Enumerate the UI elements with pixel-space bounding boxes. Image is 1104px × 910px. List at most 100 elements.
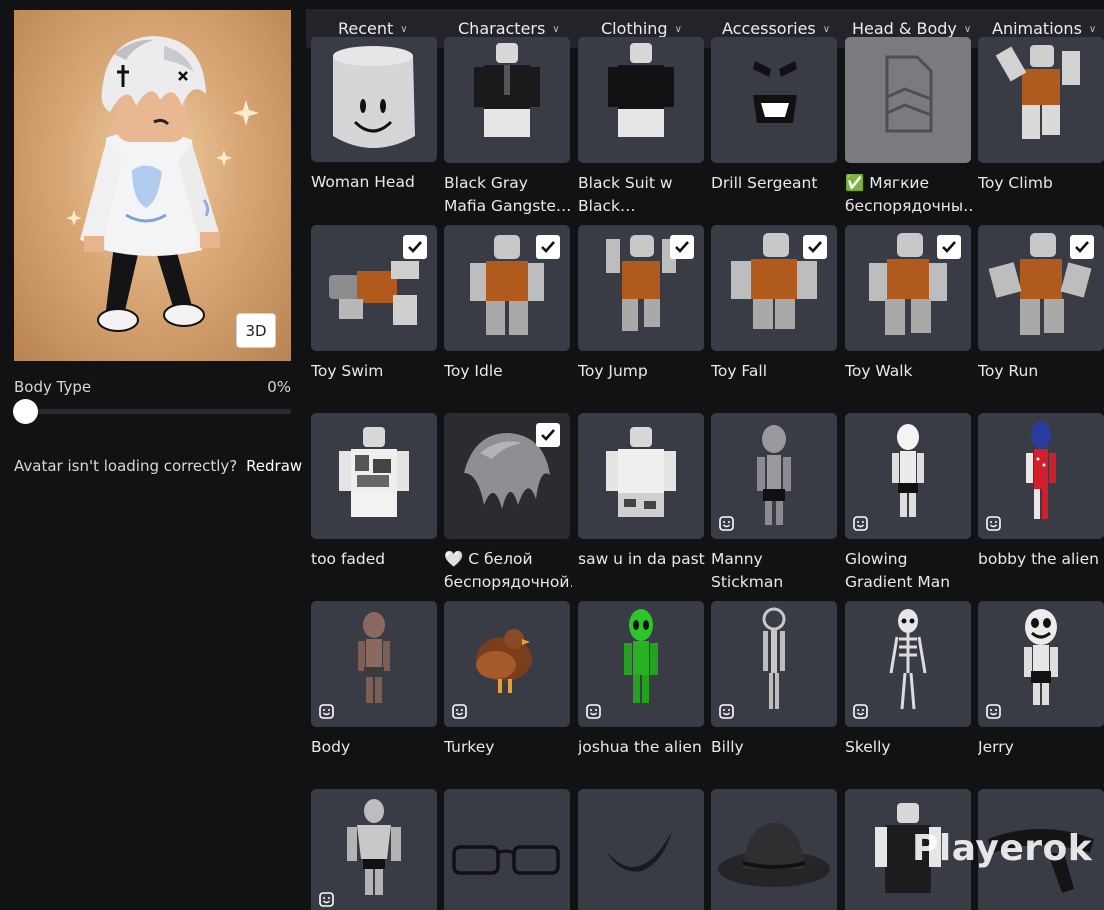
view-3d-button[interactable]: 3D: [236, 313, 276, 348]
checkmark-icon: [803, 235, 827, 259]
watermark: Playerok: [912, 828, 1093, 869]
chevron-down-icon: ∨: [674, 24, 682, 35]
suit-art: [608, 43, 674, 137]
emote-icon: [719, 516, 734, 531]
item-name: Woman Head: [311, 173, 415, 191]
item-thumbnail: [978, 413, 1104, 539]
emote-icon: [853, 704, 868, 719]
item-card[interactable]: joshua the alien: [578, 601, 704, 759]
item-card[interactable]: [444, 789, 570, 910]
checkmark-icon: [1070, 235, 1094, 259]
item-name: Toy Jump: [578, 362, 648, 380]
item-thumbnail: [845, 37, 971, 163]
item-card[interactable]: Billy: [711, 601, 837, 759]
item-name: Black Suit w Black Turtlenec…: [578, 174, 673, 215]
item-card[interactable]: Toy Jump: [578, 225, 704, 383]
emote-icon: [853, 516, 868, 531]
item-card[interactable]: Manny Stickman: [711, 413, 837, 594]
item-name: too faded: [311, 550, 386, 568]
item-thumbnail: [311, 789, 437, 910]
item-thumbnail: [978, 601, 1104, 727]
hat-art: [718, 823, 830, 887]
item-thumbnail: [444, 413, 570, 539]
avatar-figure: [66, 36, 259, 332]
item-card[interactable]: Drill Sergeant: [711, 37, 837, 195]
checkmark-icon: [536, 235, 560, 259]
item-card[interactable]: Toy Run: [978, 225, 1104, 383]
checkmark-icon: [403, 235, 427, 259]
redraw-link[interactable]: Redraw: [246, 457, 302, 475]
item-card[interactable]: [311, 789, 437, 910]
body-type-slider-thumb[interactable]: [13, 399, 38, 424]
item-name: Jerry: [978, 738, 1014, 756]
emote-icon: [586, 704, 601, 719]
chevron-down-icon: ∨: [822, 24, 831, 35]
item-card[interactable]: Black Gray Mafia Gangster Suit…: [444, 37, 570, 218]
image-placeholder-icon: [885, 55, 933, 133]
chevron-down-icon: ∨: [400, 24, 408, 35]
item-thumbnail: [444, 601, 570, 727]
body-type-value: 0%: [267, 378, 291, 396]
item-name: saw u in da past: [578, 550, 705, 568]
item-thumbnail: [578, 37, 704, 163]
item-thumbnail: [845, 413, 971, 539]
glasses-art: [452, 845, 560, 875]
item-card[interactable]: 🤍 С белой беспорядочной…: [444, 413, 572, 594]
item-card[interactable]: [711, 789, 837, 910]
checkmark-icon: [937, 235, 961, 259]
item-card[interactable]: Turkey: [444, 601, 570, 759]
item-card[interactable]: Toy Fall: [711, 225, 837, 383]
item-thumbnail: [845, 601, 971, 727]
redraw-message: Avatar isn't loading correctly?: [14, 457, 238, 475]
head-art: [333, 46, 415, 148]
item-card[interactable]: Body: [311, 601, 437, 759]
item-thumbnail: [578, 225, 704, 351]
body-type-label: Body Type: [14, 378, 92, 396]
item-name: bobby the alien: [978, 550, 1099, 568]
item-thumbnail: [444, 37, 570, 163]
item-thumbnail: [711, 413, 837, 539]
item-card[interactable]: ✅ Мягкие беспорядочны…: [845, 37, 973, 218]
item-thumbnail: [845, 225, 971, 351]
item-name: Manny Stickman: [711, 550, 784, 591]
nav-label: Head & Body: [852, 19, 957, 38]
item-card[interactable]: Jerry: [978, 601, 1104, 759]
item-thumbnail: [711, 225, 837, 351]
item-name: Drill Sergeant: [711, 174, 818, 192]
chevron-down-icon: ∨: [552, 24, 560, 35]
avatar-preview[interactable]: 3D: [14, 10, 291, 361]
item-name: Turkey: [444, 738, 495, 756]
shirt-art: [339, 427, 409, 517]
emote-icon: [986, 516, 1001, 531]
item-card[interactable]: Toy Swim: [311, 225, 437, 383]
item-name: Skelly: [845, 738, 891, 756]
nav-label: Clothing: [601, 19, 668, 38]
item-card[interactable]: saw u in da past: [578, 413, 705, 571]
item-card[interactable]: Glowing Gradient Man: [845, 413, 971, 594]
item-card[interactable]: Toy Idle: [444, 225, 570, 383]
item-card[interactable]: bobby the alien: [978, 413, 1104, 571]
item-name: ✅ Мягкие беспорядочны…: [845, 174, 973, 215]
item-card[interactable]: [578, 789, 704, 910]
item-card[interactable]: too faded: [311, 413, 437, 571]
checkmark-icon: [536, 423, 560, 447]
item-name: Toy Swim: [311, 362, 384, 380]
checkmark-icon: [670, 235, 694, 259]
item-thumbnail: [444, 789, 570, 910]
item-card[interactable]: Woman Head: [311, 37, 437, 194]
item-card[interactable]: Black Suit w Black Turtlenec…: [578, 37, 704, 218]
item-thumbnail: [578, 413, 704, 539]
item-thumbnail: [978, 37, 1104, 163]
item-thumbnail: [311, 225, 437, 351]
body-type-slider-track[interactable]: [14, 409, 291, 414]
item-name: Black Gray Mafia Gangster Suit…: [444, 174, 563, 215]
item-name: Toy Run: [978, 362, 1039, 380]
item-card[interactable]: Skelly: [845, 601, 971, 759]
item-thumbnail: [711, 789, 837, 910]
toy-figure-art: [995, 45, 1080, 139]
item-card[interactable]: Toy Walk: [845, 225, 971, 383]
item-card[interactable]: Toy Climb: [978, 37, 1104, 195]
emote-icon: [319, 704, 334, 719]
item-thumbnail: [578, 601, 704, 727]
item-thumbnail: [711, 601, 837, 727]
